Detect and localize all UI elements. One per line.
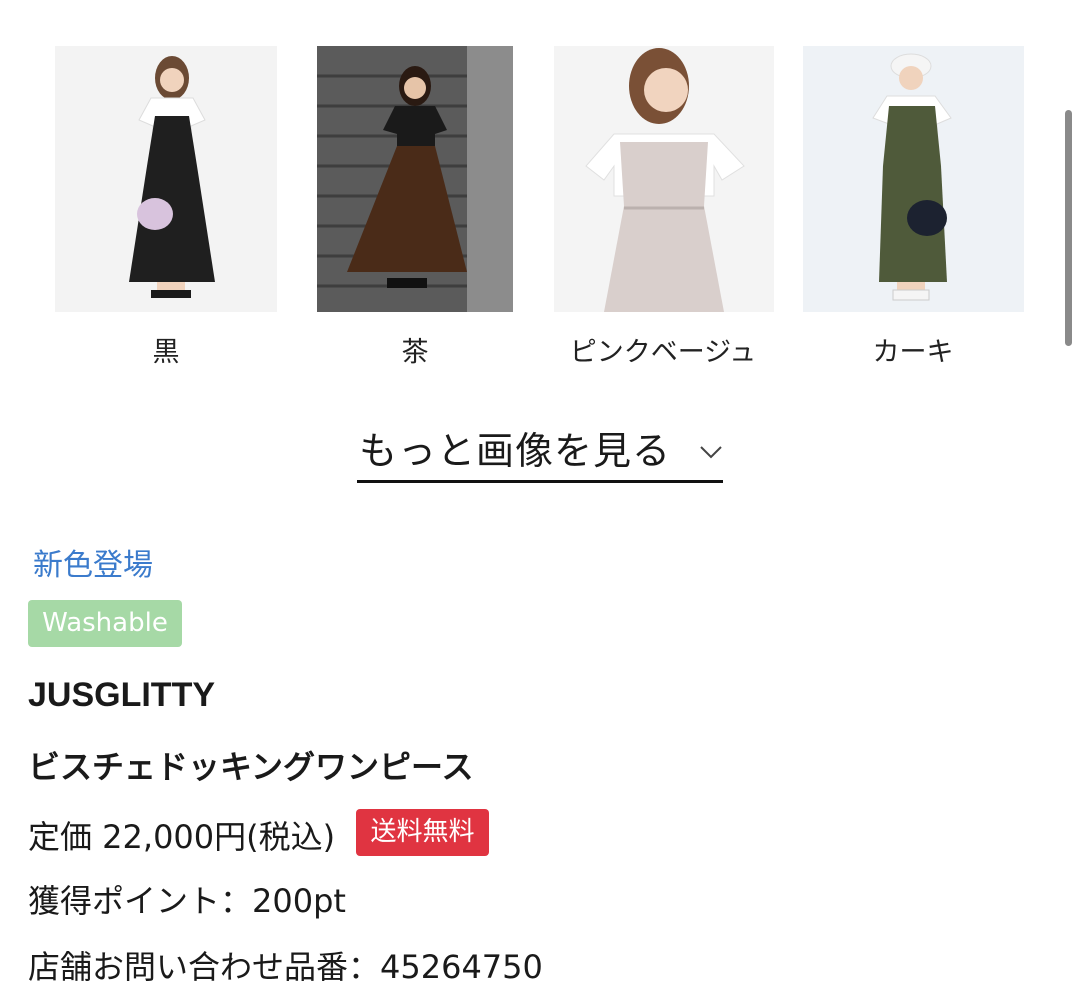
color-label-khaki: カーキ (872, 337, 954, 368)
model-head (160, 68, 184, 92)
washable-badge: Washable (28, 600, 182, 647)
more-images-button[interactable]: もっと画像を見る (357, 418, 723, 483)
model-photo-khaki (803, 46, 1024, 312)
brand-name[interactable]: JUSGLITTY (28, 676, 215, 715)
new-color-link[interactable]: 新色登場 (33, 540, 153, 584)
color-thumb-khaki[interactable] (803, 46, 1024, 312)
model-shoes (892, 289, 930, 301)
product-name: ビスチェドッキングワンピース (28, 748, 474, 786)
more-images-label: もっと画像を見る (359, 429, 672, 473)
scrollbar[interactable] (1065, 110, 1072, 346)
model-bag (137, 198, 173, 230)
model-skirt (604, 206, 724, 312)
model-head (404, 77, 426, 99)
model-bag (907, 200, 947, 236)
model-shoes (151, 290, 191, 298)
model-photo-brown (317, 46, 513, 312)
free-shipping-badge: 送料無料 (356, 809, 489, 856)
model-bustier (620, 142, 708, 206)
model-photo-black (55, 46, 277, 312)
color-thumb-pink-beige[interactable] (554, 46, 774, 312)
color-thumb-brown[interactable] (317, 46, 513, 312)
color-label-brown: 茶 (401, 337, 429, 368)
color-label-black: 黒 (152, 337, 180, 368)
model-head (644, 68, 688, 112)
chevron-down-icon (700, 446, 722, 459)
model-photo-pink-beige (554, 46, 774, 312)
points-text: 獲得ポイント：200pt (28, 882, 346, 920)
inquiry-code-text: 店舗お問い合わせ品番：45264750 (28, 948, 543, 986)
model-shoes (387, 278, 427, 288)
price-text: 定価 22,000円(税込) (28, 818, 336, 856)
color-thumb-black[interactable] (55, 46, 277, 312)
wall (467, 46, 513, 312)
model-head (899, 66, 923, 90)
model-dress (879, 106, 947, 282)
color-label-pink-beige: ピンクベージュ (569, 337, 757, 368)
